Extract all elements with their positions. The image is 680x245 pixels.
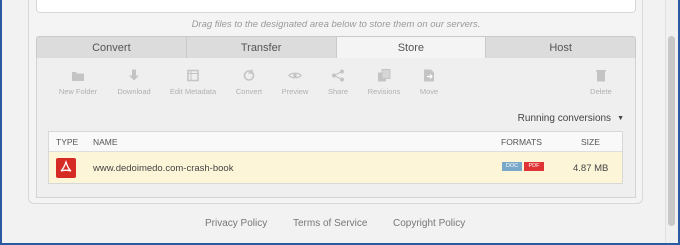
file-toolbar: New Folder Download Edit Metadata Conver…	[36, 68, 636, 100]
running-conversions-label: Running conversions	[517, 113, 612, 124]
tab-transfer[interactable]: Transfer	[185, 36, 336, 59]
tab-bar: Convert Transfer Store Host	[36, 36, 636, 59]
move-file-icon	[424, 69, 434, 82]
convert-button[interactable]: Convert	[231, 68, 267, 96]
new-folder-button[interactable]: New Folder	[56, 68, 100, 96]
share-icon	[332, 69, 344, 82]
tab-host[interactable]: Host	[485, 36, 636, 59]
delete-label: Delete	[590, 87, 612, 96]
table-header: TYPE NAME FORMATS SIZE	[49, 132, 622, 152]
file-table: TYPE NAME FORMATS SIZE www.dedoimedo.com…	[48, 131, 623, 184]
convert-label: Convert	[235, 87, 263, 96]
header-formats: FORMATS	[501, 137, 542, 147]
running-conversions-dropdown[interactable]: Running conversions ▼	[518, 113, 624, 124]
revisions-label: Revisions	[367, 87, 401, 96]
format-badge-doc[interactable]: DOC	[502, 162, 522, 171]
privacy-policy-link[interactable]: Privacy Policy	[205, 218, 267, 229]
scrollbar-thumb[interactable]	[668, 36, 675, 226]
refresh-icon	[243, 69, 255, 81]
move-label: Move	[419, 87, 439, 96]
trash-icon	[596, 70, 606, 82]
preview-label: Preview	[281, 87, 309, 96]
eye-icon	[288, 72, 302, 79]
caret-down-icon: ▼	[617, 115, 624, 122]
folder-icon	[72, 72, 84, 81]
table-row[interactable]: www.dedoimedo.com-crash-book DOC PDF 4.8…	[49, 152, 622, 183]
revisions-icon	[378, 69, 391, 82]
download-button[interactable]: Download	[112, 68, 156, 96]
delete-button[interactable]: Delete	[586, 68, 616, 96]
format-badge-pdf[interactable]: PDF	[524, 162, 544, 171]
copyright-policy-link[interactable]: Copyright Policy	[393, 218, 465, 229]
pdf-icon	[56, 158, 76, 178]
move-button[interactable]: Move	[414, 68, 444, 96]
header-type: TYPE	[56, 137, 79, 147]
file-size: 4.87 MB	[573, 163, 609, 174]
upload-hint: Drag files to the designated area below …	[191, 19, 481, 30]
edit-metadata-label: Edit Metadata	[169, 87, 217, 96]
preview-button[interactable]: Preview	[276, 68, 314, 96]
vertical-scrollbar[interactable]	[665, 0, 678, 243]
file-name[interactable]: www.dedoimedo.com-crash-book	[93, 163, 233, 174]
share-button[interactable]: Share	[323, 68, 353, 96]
new-folder-label: New Folder	[58, 87, 98, 96]
metadata-icon	[187, 69, 199, 82]
download-icon	[129, 69, 139, 81]
header-size: SIZE	[581, 137, 600, 147]
revisions-button[interactable]: Revisions	[363, 68, 405, 96]
header-name: NAME	[93, 137, 118, 147]
terms-of-service-link[interactable]: Terms of Service	[293, 218, 367, 229]
download-label: Download	[117, 87, 151, 96]
tab-store[interactable]: Store	[335, 36, 486, 59]
upload-drop-area[interactable]	[36, 0, 636, 13]
share-label: Share	[327, 87, 348, 96]
edit-metadata-button[interactable]: Edit Metadata	[168, 68, 218, 96]
tab-convert[interactable]: Convert	[36, 36, 186, 59]
